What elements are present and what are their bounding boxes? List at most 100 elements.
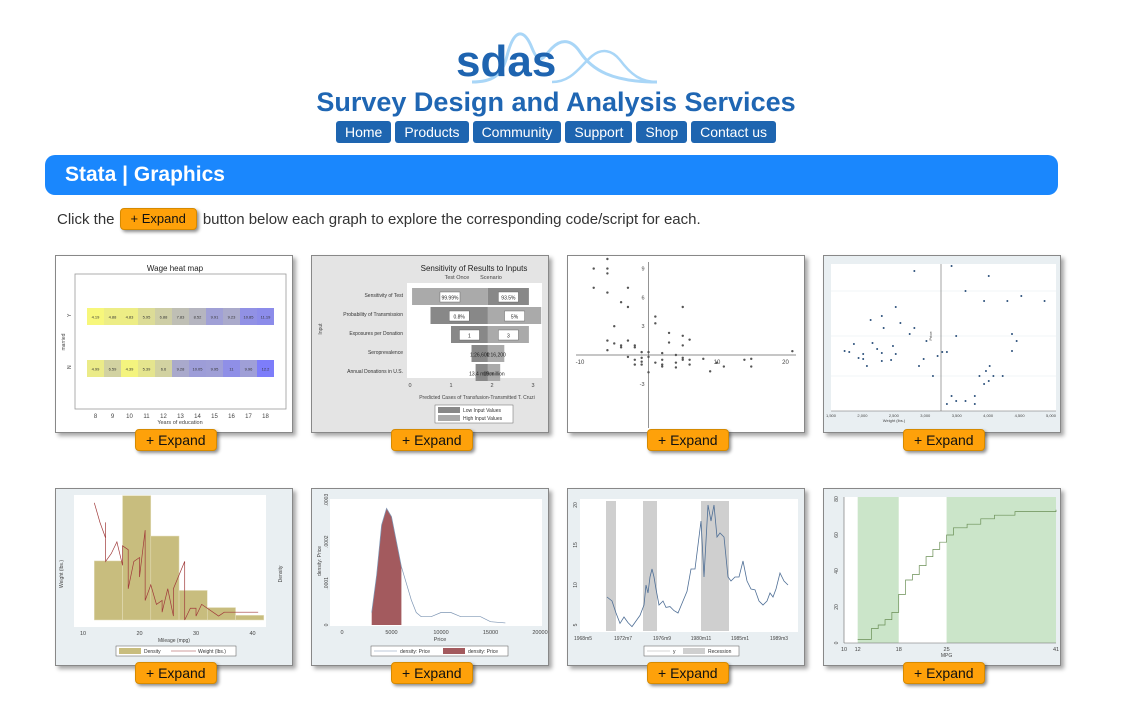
scatter-point bbox=[674, 353, 678, 357]
expand-button-4[interactable]: + Expand bbox=[903, 429, 985, 451]
x-tick-label: 0 bbox=[340, 630, 343, 636]
x-tick-label: 30 bbox=[193, 631, 199, 637]
scatter-point bbox=[973, 395, 976, 397]
y-tick-label: .0001 bbox=[324, 577, 330, 590]
legend-swatch-low bbox=[438, 407, 460, 413]
scatter-point bbox=[647, 350, 650, 354]
heat-cell-label: 11.19 bbox=[261, 315, 271, 320]
scatter-point bbox=[936, 355, 939, 357]
heat-cell-label: 10.05 bbox=[192, 367, 203, 372]
expand-button-3[interactable]: + Expand bbox=[647, 429, 729, 451]
scatter-point bbox=[606, 349, 609, 352]
graph-card-sensitivity[interactable]: Sensitivity of Results to Inputs Test Onc… bbox=[311, 255, 549, 433]
expand-button-7[interactable]: + Expand bbox=[647, 662, 729, 684]
x-tick-label: 2,000 bbox=[857, 413, 868, 418]
scatter-point bbox=[1020, 295, 1023, 297]
histogram-bar bbox=[235, 615, 265, 621]
nav-products[interactable]: Products bbox=[395, 121, 469, 143]
y-tick-label: 20 bbox=[573, 502, 579, 508]
intro-text: Click the + Expand button below each gra… bbox=[57, 208, 701, 230]
y-tick-label: 9 bbox=[641, 267, 644, 273]
histogram-chart: 10 20 30 40 Mileage (mpg) Weight (lbs.) Densit… bbox=[59, 495, 284, 657]
scatter-point bbox=[1011, 350, 1013, 352]
x-axis-label: Predicted Cases of Transfusion-Transmitt… bbox=[419, 395, 535, 401]
graph-card-scatter[interactable]: -101020-3369 bbox=[567, 255, 805, 433]
x-tick-label: 5000 bbox=[385, 630, 397, 636]
graph-card-weight-price[interactable]: 1,500 2,000 2,500 3,000 3,500 4,000 4,500 5,000… bbox=[823, 255, 1061, 433]
graph-card-histogram[interactable]: 10 20 30 40 Mileage (mpg) Weight (lbs.) Densit… bbox=[55, 488, 293, 666]
heat-cell-label: 9.23 bbox=[228, 315, 237, 320]
graph-card-heatmap[interactable]: Wage heat map Y 4.19 4.88 4.83 5.95 6.88 7.83 8.… bbox=[55, 255, 293, 433]
x-tick-label: 3,000 bbox=[920, 413, 931, 418]
scatter-point bbox=[791, 349, 794, 353]
expand-button-6[interactable]: + Expand bbox=[391, 662, 473, 684]
legend-label-line: density: Price bbox=[400, 649, 430, 655]
inline-expand-button[interactable]: + Expand bbox=[119, 208, 197, 230]
scatter-point bbox=[592, 286, 595, 289]
x-tick-label: 15 bbox=[211, 414, 218, 420]
scatter-chart: -101020-3369 bbox=[576, 257, 796, 428]
scatter-point bbox=[688, 358, 691, 361]
nav-shop[interactable]: Shop bbox=[636, 121, 688, 143]
scatter-point bbox=[654, 361, 657, 364]
legend-label-low: Low Input Values bbox=[463, 408, 501, 414]
scatter-point bbox=[626, 355, 630, 359]
graph-card-density[interactable]: 0 5000 10000 15000 20000 Price 0 .0001 .0002 .000… bbox=[311, 488, 549, 666]
x-tick-label: 4,000 bbox=[983, 413, 994, 418]
scatter-point bbox=[913, 270, 916, 272]
scatter-point bbox=[857, 357, 860, 359]
x-tick-label: 1972m7 bbox=[614, 636, 632, 642]
x-tick-label: 4,500 bbox=[1015, 413, 1026, 418]
graph-card-cumulative[interactable]: 10 12 18 25 41 MPG 0 20 40 60 80 bbox=[823, 488, 1061, 666]
legend-label-recession: Recession bbox=[708, 649, 732, 655]
scatter-point bbox=[869, 319, 872, 321]
graph-card-timeseries[interactable]: 5 10 15 20 1968m5 1972m7 1976m9 1980m11 1985m1 19… bbox=[567, 488, 805, 666]
category-label: Probability of Transmission bbox=[343, 312, 403, 318]
scatter-point bbox=[862, 353, 865, 355]
y-tick-label: N bbox=[67, 365, 73, 369]
expand-button-5[interactable]: + Expand bbox=[135, 662, 217, 684]
scatter-point bbox=[626, 339, 630, 342]
scatter-point bbox=[661, 365, 664, 368]
heat-cell-label: 4.83 bbox=[126, 315, 135, 320]
scatter-point bbox=[992, 375, 995, 377]
nav-home[interactable]: Home bbox=[335, 121, 392, 143]
scatter-point bbox=[931, 375, 934, 377]
expand-button-2[interactable]: + Expand bbox=[391, 429, 473, 451]
nav-support[interactable]: Support bbox=[565, 121, 633, 143]
legend-label-area: density: Price bbox=[468, 649, 498, 655]
recession-band bbox=[701, 501, 729, 631]
density-chart: 0 5000 10000 15000 20000 Price 0 .0001 .0002 .000… bbox=[317, 494, 548, 657]
legend-swatch-density bbox=[119, 648, 141, 654]
logo-text: sdas bbox=[456, 37, 556, 86]
expand-button-8[interactable]: + Expand bbox=[903, 662, 985, 684]
x-tick-label: 1,500 bbox=[826, 413, 837, 418]
sdas-logo[interactable]: sdas bbox=[452, 26, 662, 88]
heat-cell-label: 6.6 bbox=[161, 367, 167, 372]
scatter-point bbox=[894, 353, 897, 355]
scatter-point bbox=[681, 358, 684, 361]
y-tick-label: 60 bbox=[834, 532, 840, 538]
expand-button-1[interactable]: + Expand bbox=[135, 429, 217, 451]
y-axis-label: density: Price bbox=[317, 546, 323, 576]
x-tick-label: 41 bbox=[1053, 647, 1059, 653]
nav-community[interactable]: Community bbox=[472, 121, 562, 143]
y-tick-label: Y bbox=[67, 313, 73, 317]
scatter-point bbox=[950, 265, 953, 267]
y-tick-label: 5 bbox=[573, 623, 579, 626]
scatter-point bbox=[882, 327, 885, 329]
x-tick-label: 1985m1 bbox=[731, 636, 749, 642]
x-tick-label: 5,000 bbox=[1046, 413, 1057, 418]
scatter-point bbox=[983, 383, 986, 385]
heat-cell-label: 9.96 bbox=[245, 367, 254, 372]
scatter-point bbox=[715, 361, 719, 364]
scatter-point bbox=[862, 358, 865, 360]
scatter-point bbox=[880, 315, 883, 317]
nav-contact[interactable]: Contact us bbox=[691, 121, 777, 143]
x-tick-label: 8 bbox=[94, 414, 98, 420]
scatter-point bbox=[945, 351, 948, 353]
intro-before: Click the bbox=[57, 210, 115, 228]
scatter-point bbox=[1011, 333, 1013, 335]
shaded-region bbox=[946, 497, 1056, 643]
scatter-point bbox=[1043, 300, 1046, 302]
